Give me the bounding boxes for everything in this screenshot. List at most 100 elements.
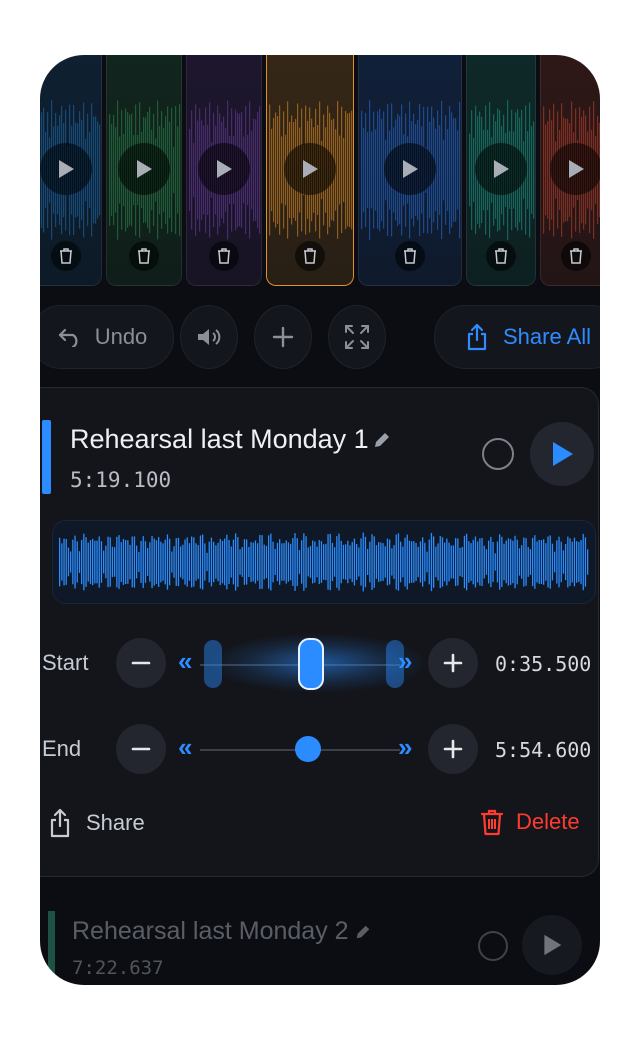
pencil-icon[interactable] bbox=[354, 923, 372, 941]
add-button[interactable] bbox=[254, 305, 312, 369]
waveform-bar bbox=[103, 550, 105, 574]
waveform-bar bbox=[397, 533, 400, 591]
waveform-bar bbox=[188, 543, 191, 581]
waveform-bar bbox=[505, 540, 507, 584]
waveform-bar bbox=[441, 537, 444, 587]
undo-button[interactable]: Undo bbox=[40, 305, 174, 369]
waveform-bar bbox=[402, 546, 404, 578]
clip-delete-button[interactable] bbox=[395, 241, 425, 271]
waveform-bar bbox=[140, 541, 142, 583]
waveform-bar bbox=[147, 548, 149, 576]
rewind-icon[interactable]: « bbox=[178, 732, 192, 763]
trash-icon bbox=[218, 248, 230, 264]
clip-play-button[interactable] bbox=[40, 143, 92, 195]
waveform-bar bbox=[228, 539, 230, 584]
clip-delete-button[interactable] bbox=[561, 241, 591, 271]
fullscreen-button[interactable] bbox=[328, 305, 386, 369]
waveform-bar bbox=[551, 543, 554, 581]
waveform-bar bbox=[437, 543, 439, 581]
waveform-bar bbox=[171, 551, 173, 573]
waveform-bar bbox=[424, 542, 426, 582]
start-increment-button[interactable] bbox=[428, 638, 478, 688]
minus-icon bbox=[131, 747, 151, 751]
end-label: End bbox=[42, 736, 82, 761]
waveform-bar bbox=[477, 541, 479, 583]
clip-thumbnail[interactable] bbox=[186, 55, 262, 286]
clip-play-button[interactable] bbox=[475, 143, 527, 195]
clip-delete-button[interactable] bbox=[295, 241, 325, 271]
share-button[interactable]: Share bbox=[48, 808, 145, 838]
recording-card-next[interactable]: Rehearsal last Monday 2 7:22.637 bbox=[40, 895, 600, 985]
waveform-bar bbox=[556, 540, 558, 584]
start-slider-thumb[interactable] bbox=[298, 638, 324, 690]
waveform-bar bbox=[100, 541, 103, 583]
waveform-bar bbox=[336, 536, 338, 588]
waveform-bar bbox=[582, 533, 584, 591]
trash-icon bbox=[60, 248, 72, 264]
waveform-bar bbox=[380, 542, 382, 582]
waveform-bar bbox=[459, 547, 461, 577]
waveform-bar bbox=[294, 533, 296, 591]
clip-thumbnail[interactable] bbox=[40, 55, 102, 286]
delete-button[interactable]: Delete bbox=[480, 808, 580, 836]
clip-thumbnail[interactable] bbox=[106, 55, 182, 286]
waveform-bar bbox=[279, 539, 281, 585]
clip-delete-button[interactable] bbox=[129, 241, 159, 271]
waveform-bar bbox=[259, 534, 261, 590]
select-radio[interactable] bbox=[482, 438, 514, 470]
fast-forward-icon[interactable]: » bbox=[398, 646, 412, 677]
clip-thumbnail[interactable] bbox=[540, 55, 600, 286]
play-button[interactable] bbox=[522, 915, 582, 975]
waveform-bar bbox=[391, 548, 393, 576]
waveform-bar bbox=[411, 541, 413, 583]
end-decrement-button[interactable] bbox=[116, 724, 166, 774]
end-increment-button[interactable] bbox=[428, 724, 478, 774]
clip-play-button[interactable] bbox=[550, 143, 600, 195]
end-slider-thumb[interactable] bbox=[295, 736, 321, 762]
clip-play-button[interactable] bbox=[118, 143, 170, 195]
select-radio[interactable] bbox=[478, 931, 508, 961]
trash-icon bbox=[495, 248, 507, 264]
waveform-bar bbox=[243, 539, 246, 585]
trash-icon bbox=[404, 248, 416, 264]
waveform-bar bbox=[408, 540, 411, 584]
share-icon bbox=[50, 808, 70, 838]
trash-icon bbox=[304, 248, 316, 264]
waveform[interactable] bbox=[52, 520, 596, 604]
waveform-bar bbox=[499, 534, 501, 590]
waveform-bar bbox=[468, 541, 470, 583]
volume-button[interactable] bbox=[180, 305, 238, 369]
waveform-bar bbox=[435, 546, 437, 578]
waveform-bar bbox=[417, 546, 419, 578]
clip-strip[interactable] bbox=[40, 55, 600, 287]
clip-thumbnail[interactable] bbox=[266, 55, 354, 286]
clip-play-button[interactable] bbox=[198, 143, 250, 195]
waveform-bar bbox=[129, 544, 131, 580]
recording-card-active: Rehearsal last Monday 1 5:19.100 Start «… bbox=[40, 387, 599, 877]
waveform-bar bbox=[83, 533, 85, 591]
waveform-bar bbox=[136, 545, 138, 579]
clip-play-button[interactable] bbox=[384, 143, 436, 195]
clip-delete-button[interactable] bbox=[51, 241, 81, 271]
start-label: Start bbox=[42, 650, 89, 675]
pencil-icon[interactable] bbox=[372, 430, 392, 450]
share-all-button[interactable]: Share All bbox=[434, 305, 600, 369]
waveform-bar bbox=[138, 552, 140, 572]
minus-icon bbox=[131, 661, 151, 665]
rewind-icon[interactable]: « bbox=[178, 646, 192, 677]
waveform-bar bbox=[382, 543, 384, 581]
clip-play-button[interactable] bbox=[284, 143, 336, 195]
recording-title[interactable]: Rehearsal last Monday 1 bbox=[70, 424, 369, 455]
fast-forward-icon[interactable]: » bbox=[398, 732, 412, 763]
clip-delete-button[interactable] bbox=[486, 241, 516, 271]
waveform-bar bbox=[162, 543, 164, 581]
play-button[interactable] bbox=[530, 422, 594, 486]
waveform-bar bbox=[105, 545, 107, 579]
waveform-bar bbox=[120, 542, 122, 582]
clip-thumbnail[interactable] bbox=[466, 55, 536, 286]
start-decrement-button[interactable] bbox=[116, 638, 166, 688]
waveform-bar bbox=[316, 546, 318, 578]
clip-delete-button[interactable] bbox=[209, 241, 239, 271]
share-label: Share bbox=[86, 810, 145, 835]
clip-thumbnail[interactable] bbox=[358, 55, 462, 286]
